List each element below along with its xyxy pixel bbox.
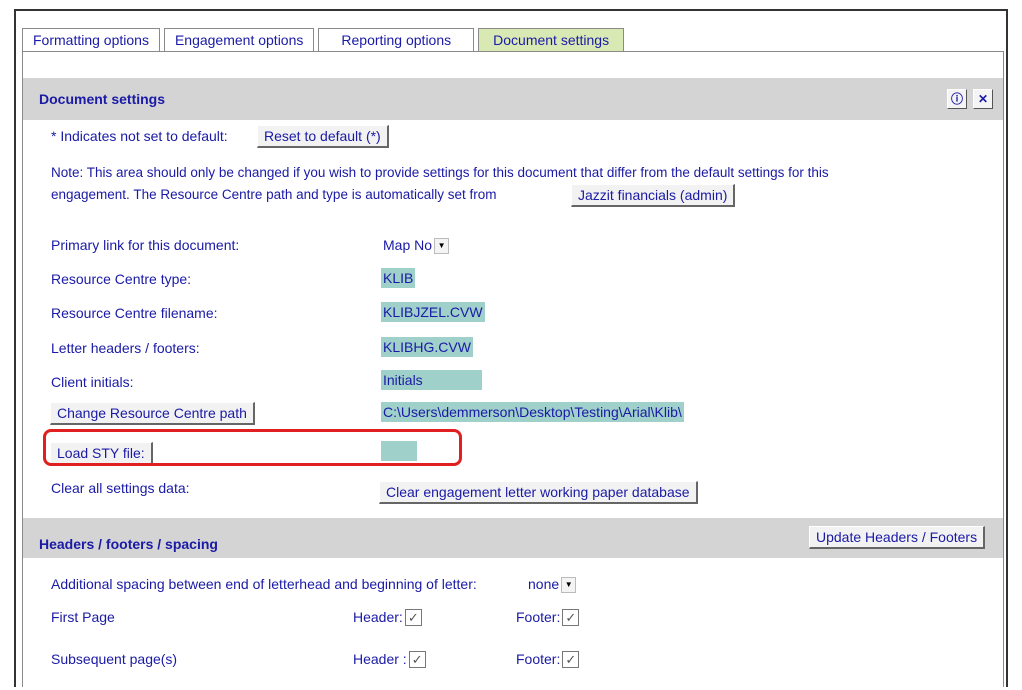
- chevron-down-icon: ▼: [561, 577, 577, 594]
- change-resource-centre-path-button[interactable]: Change Resource Centre path: [50, 402, 255, 425]
- client-initials-label: Client initials:: [51, 374, 134, 390]
- jazzit-financials-button[interactable]: Jazzit financials (admin): [571, 184, 736, 207]
- primary-link-label: Primary link for this document:: [51, 237, 240, 253]
- subsequent-footer-label: Footer: ✓: [516, 650, 580, 669]
- note-text-line2: engagement. The Resource Centre path and…: [51, 187, 497, 202]
- primary-link-dropdown[interactable]: Map No ▼: [383, 236, 450, 255]
- highlight-annotation: [43, 429, 462, 466]
- clear-settings-label: Clear all settings data:: [51, 480, 190, 496]
- default-note-label: * Indicates not set to default:: [51, 128, 228, 144]
- subsequent-header-checkbox[interactable]: ✓: [408, 650, 426, 668]
- note-text-line1: Note: This area should only be changed i…: [51, 165, 829, 180]
- subsequent-header-label: Header : ✓: [353, 650, 426, 669]
- headers-footers-value[interactable]: KLIBHG.CVW: [381, 337, 473, 357]
- first-page-header-label: Header: ✓: [353, 608, 422, 627]
- client-initials-value[interactable]: Initials: [381, 370, 482, 390]
- first-page-footer-label: Footer: ✓: [516, 608, 580, 627]
- primary-link-value: Map No: [383, 237, 433, 253]
- rc-path-value[interactable]: C:\Users\demmerson\Desktop\Testing\Arial…: [381, 402, 684, 422]
- headers-footers-label: Letter headers / footers:: [51, 340, 200, 356]
- document-settings-header: Document settings ⓘ ✕: [23, 78, 1003, 120]
- tab-bar: Formatting options Engagement options Re…: [22, 28, 628, 52]
- rc-filename-label: Resource Centre filename:: [51, 305, 218, 321]
- subsequent-pages-label: Subsequent page(s): [51, 651, 178, 667]
- first-page-label: First Page: [51, 609, 115, 625]
- section-title: Headers / footers / spacing: [39, 536, 218, 552]
- settings-panel: Document settings ⓘ ✕ * Indicates not se…: [22, 51, 1004, 687]
- first-page-footer-checkbox[interactable]: ✓: [562, 608, 580, 626]
- tab-reporting-options[interactable]: Reporting options: [318, 28, 475, 51]
- close-icon[interactable]: ✕: [973, 89, 993, 109]
- reset-to-default-button[interactable]: Reset to default (*): [257, 125, 389, 148]
- tab-engagement-options[interactable]: Engagement options: [163, 28, 315, 51]
- tab-formatting-options[interactable]: Formatting options: [22, 28, 160, 51]
- rc-filename-value[interactable]: KLIBJZEL.CVW: [381, 302, 485, 322]
- info-icon[interactable]: ⓘ: [947, 89, 967, 109]
- spacing-label: Additional spacing between end of letter…: [51, 576, 477, 592]
- tab-document-settings[interactable]: Document settings: [478, 28, 625, 51]
- rc-type-label: Resource Centre type:: [51, 271, 192, 287]
- update-headers-footers-button[interactable]: Update Headers / Footers: [809, 526, 986, 549]
- clear-database-button[interactable]: Clear engagement letter working paper da…: [379, 481, 698, 504]
- rc-type-value[interactable]: KLIB: [381, 268, 416, 288]
- chevron-down-icon: ▼: [434, 238, 450, 255]
- spacing-dropdown[interactable]: none ▼: [528, 575, 577, 594]
- first-page-header-checkbox[interactable]: ✓: [404, 608, 422, 626]
- subsequent-footer-checkbox[interactable]: ✓: [562, 650, 580, 668]
- section-title: Document settings: [39, 91, 166, 107]
- spacing-value: none: [528, 576, 560, 592]
